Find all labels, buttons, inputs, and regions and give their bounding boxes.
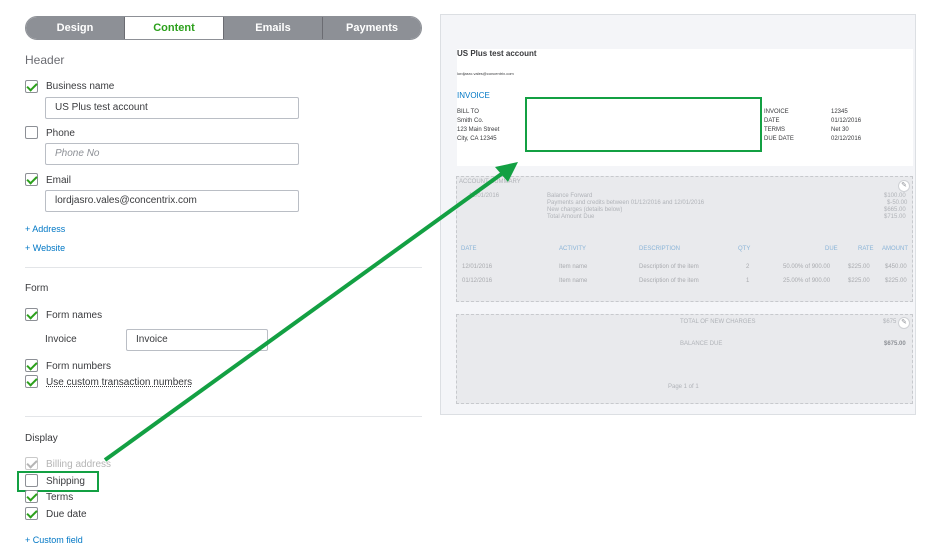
annotation-arrow (103, 162, 518, 462)
